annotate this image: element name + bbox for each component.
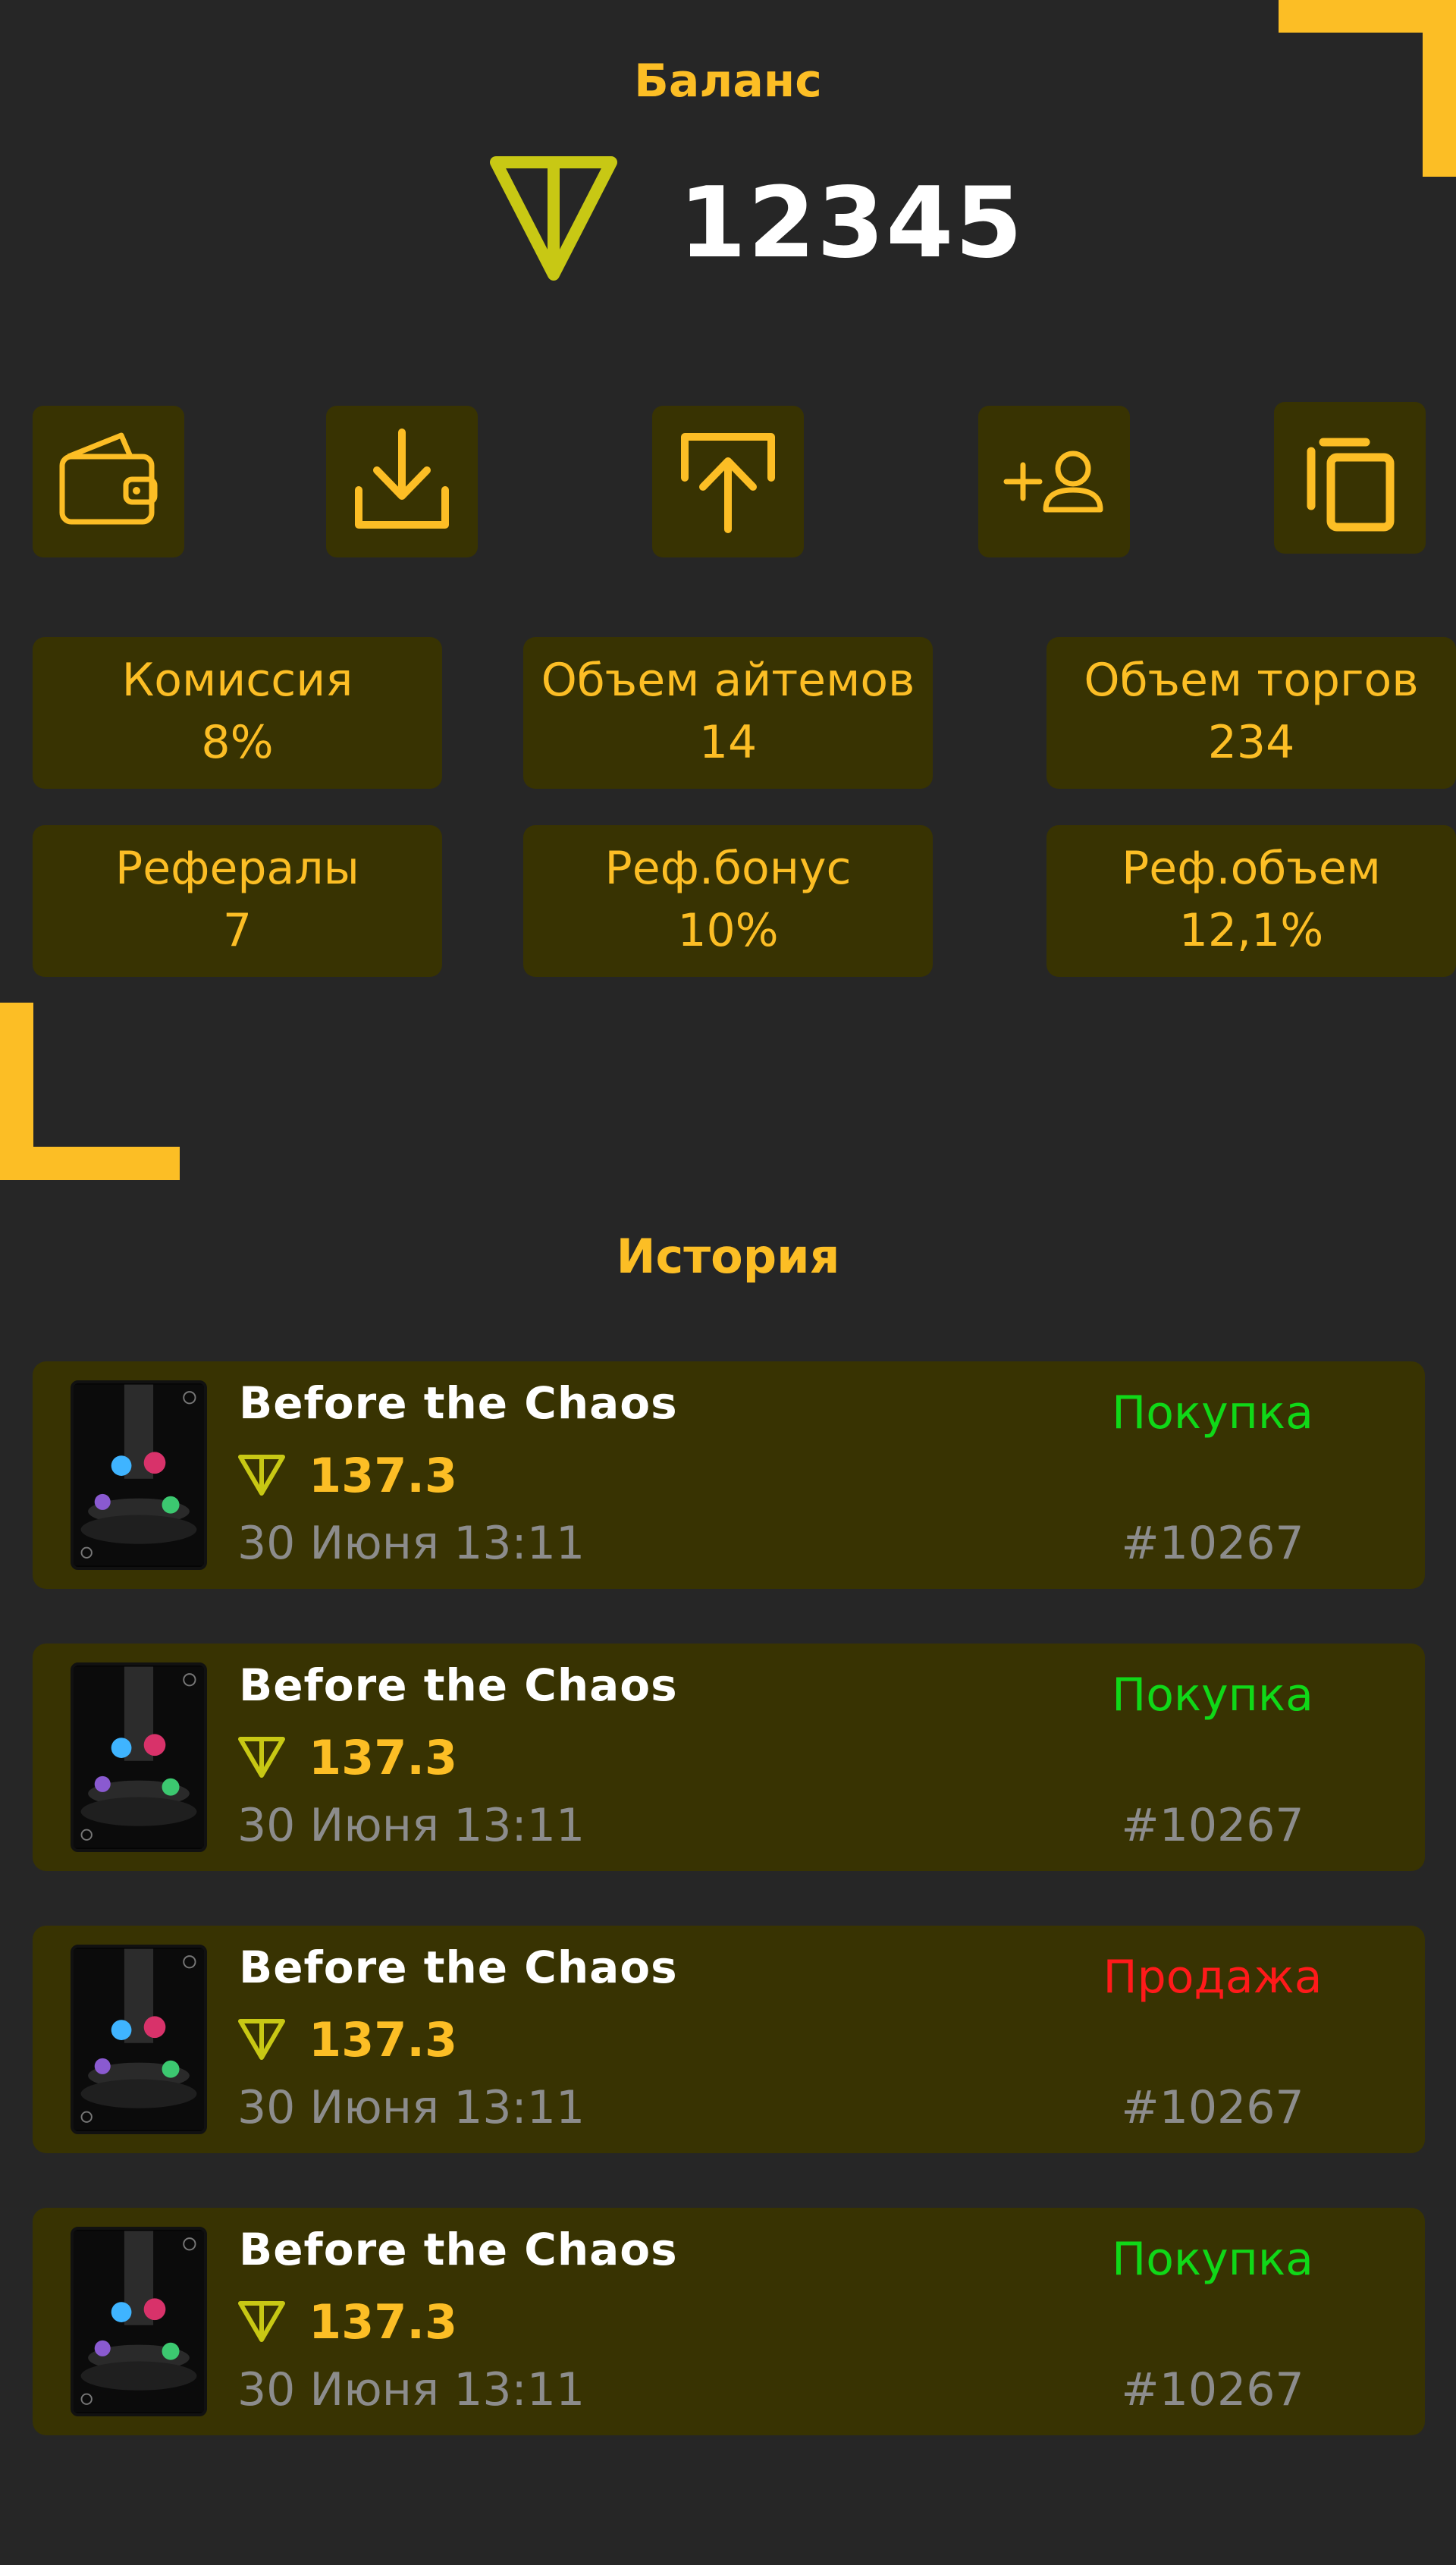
item-price: 137.3 <box>309 1447 458 1503</box>
history-item[interactable]: Before the Chaos 137.3 30 Июня 13:11 Пок… <box>33 2208 1425 2435</box>
stat-trade-volume: Объем торгов 234 <box>1046 637 1456 789</box>
add-user-icon <box>1003 451 1103 513</box>
stat-ref-volume: Реф.объем 12,1% <box>1046 825 1456 977</box>
item-thumbnail <box>71 2227 207 2416</box>
item-thumbnail <box>71 1662 207 1852</box>
stat-referrals: Рефералы 7 <box>33 825 442 977</box>
stat-value: 7 <box>222 904 253 957</box>
history-item[interactable]: Before the Chaos 137.3 30 Июня 13:11 Пок… <box>33 1361 1425 1589</box>
stat-value: 12,1% <box>1178 904 1324 957</box>
item-price: 137.3 <box>309 2293 458 2350</box>
ton-icon <box>238 1737 285 1778</box>
balance-title: Баланс <box>634 55 822 108</box>
card-art-image <box>74 2231 204 2413</box>
item-type-badge: Покупка <box>1112 2233 1313 2286</box>
item-date: 30 Июня 13:11 <box>237 2081 585 2134</box>
balance-row: 12345 <box>0 152 1456 288</box>
deposit-button[interactable] <box>326 406 478 557</box>
item-type-badge: Покупка <box>1112 1386 1313 1439</box>
stat-value: 10% <box>677 904 779 957</box>
item-title: Before the Chaos <box>239 1659 678 1711</box>
item-type-badge: Продажа <box>1103 1951 1323 2004</box>
card-art-image <box>74 1384 204 1566</box>
ton-icon <box>490 156 617 281</box>
item-title: Before the Chaos <box>239 2224 678 2275</box>
wallet-icon <box>59 432 158 525</box>
stat-label: Реф.бонус <box>604 842 852 895</box>
history-item[interactable]: Before the Chaos 137.3 30 Июня 13:11 Пок… <box>33 1644 1425 1871</box>
item-thumbnail <box>71 1380 207 1570</box>
item-price: 137.3 <box>309 1729 458 1785</box>
copy-button[interactable] <box>1274 402 1426 554</box>
item-price-row: 137.3 <box>236 1445 457 1505</box>
history-list: Before the Chaos 137.3 30 Июня 13:11 Пок… <box>33 1361 1425 2490</box>
item-price-row: 137.3 <box>236 2009 457 2070</box>
download-icon <box>355 429 449 529</box>
stat-items-volume: Объем айтемов 14 <box>523 637 933 789</box>
corner-bracket-bottom-left-horizontal <box>0 1147 180 1180</box>
ton-icon <box>238 2019 285 2060</box>
card-art-image <box>74 1666 204 1848</box>
ton-icon <box>238 1455 285 1496</box>
item-id: #10267 <box>1121 2363 1304 2416</box>
copy-icon <box>1307 438 1395 532</box>
balance-value: 12345 <box>679 167 1025 280</box>
item-id: #10267 <box>1121 1799 1304 1852</box>
ton-icon <box>238 2301 285 2342</box>
withdraw-button[interactable] <box>652 406 804 557</box>
item-date: 30 Июня 13:11 <box>237 1517 585 1570</box>
wallet-button[interactable] <box>33 406 184 557</box>
stat-label: Реф.объем <box>1122 842 1381 895</box>
stat-label: Объем торгов <box>1084 654 1419 707</box>
stat-label: Рефералы <box>115 842 359 895</box>
item-date: 30 Июня 13:11 <box>237 2363 585 2416</box>
upload-icon <box>681 433 775 533</box>
item-title: Before the Chaos <box>239 1942 678 1993</box>
item-price-row: 137.3 <box>236 2291 457 2352</box>
stat-ref-bonus: Реф.бонус 10% <box>523 825 933 977</box>
item-title: Before the Chaos <box>239 1377 678 1429</box>
stat-value: 234 <box>1207 716 1295 769</box>
item-price-row: 137.3 <box>236 1727 457 1788</box>
card-art-image <box>74 1948 204 2130</box>
history-item[interactable]: Before the Chaos 137.3 30 Июня 13:11 Про… <box>33 1926 1425 2153</box>
invite-button[interactable] <box>978 406 1130 557</box>
stat-value: 8% <box>201 716 274 769</box>
stat-label: Комиссия <box>121 654 353 707</box>
item-id: #10267 <box>1121 2081 1304 2134</box>
stat-label: Объем айтемов <box>541 654 915 707</box>
stat-commission: Комиссия 8% <box>33 637 442 789</box>
item-date: 30 Июня 13:11 <box>237 1799 585 1852</box>
stat-value: 14 <box>698 716 758 769</box>
history-title: История <box>616 1229 840 1284</box>
item-type-badge: Покупка <box>1112 1669 1313 1722</box>
item-id: #10267 <box>1121 1517 1304 1570</box>
item-price: 137.3 <box>309 2011 458 2067</box>
profile-page: Баланс 12345 Комиссия 8% Объем айтемов 1… <box>0 0 1456 2565</box>
item-thumbnail <box>71 1945 207 2134</box>
